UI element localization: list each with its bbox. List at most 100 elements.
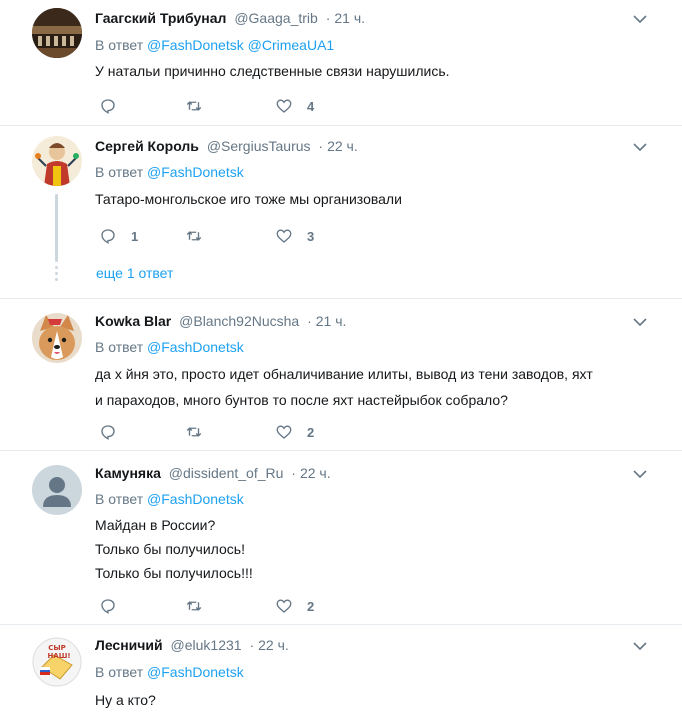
reply-button[interactable]: 1 — [99, 226, 138, 246]
avatar[interactable] — [32, 136, 82, 186]
timestamp[interactable]: 22 ч. — [258, 637, 289, 653]
display-name[interactable]: Камуняка — [95, 465, 161, 481]
reply-to-line: В ответ @FashDonetsk @CrimeaUA1 — [95, 35, 334, 55]
chevron-down-icon[interactable] — [632, 466, 648, 482]
tweet-4[interactable]: Камуняка @dissident_of_Ru · 22 ч. В ответ… — [0, 451, 682, 625]
tweet-actions: 4 — [95, 96, 395, 116]
retweet-icon — [186, 601, 202, 611]
like-button[interactable]: 2 — [275, 596, 314, 616]
like-count: 2 — [307, 424, 315, 440]
retweet-icon — [186, 101, 202, 111]
reply-to-prefix: В ответ — [95, 164, 144, 180]
tweet-text-line: Только бы получилось! — [95, 541, 245, 557]
reply-icon — [101, 99, 115, 114]
reply-icon — [101, 425, 115, 440]
reply-to-prefix: В ответ — [95, 339, 144, 355]
retweet-button[interactable] — [185, 422, 217, 442]
separator-dot: · — [318, 138, 324, 154]
timestamp[interactable]: 22 ч. — [300, 465, 331, 481]
chevron-down-icon[interactable] — [632, 11, 648, 27]
mention-link[interactable]: @FashDonetsk — [147, 339, 244, 355]
like-count: 2 — [307, 598, 315, 614]
avatar[interactable] — [32, 465, 82, 515]
avatar[interactable]: СЫР НАШ! — [32, 637, 82, 687]
retweet-button[interactable] — [185, 596, 217, 616]
like-button[interactable]: 2 — [275, 422, 314, 442]
retweet-icon — [186, 427, 202, 437]
reply-button[interactable] — [99, 422, 131, 442]
like-count: 3 — [307, 228, 315, 244]
tweet-text-line: да х йня это, просто идет обналичивание … — [95, 366, 593, 382]
tweet-actions: 2 — [95, 596, 395, 616]
like-icon — [276, 425, 292, 439]
tweet-text-line: Только бы получилось!!! — [95, 565, 253, 581]
timestamp[interactable]: 22 ч. — [327, 138, 358, 154]
like-button[interactable]: 4 — [275, 96, 314, 116]
avatar[interactable] — [32, 313, 82, 363]
chevron-down-icon[interactable] — [632, 638, 648, 654]
display-name[interactable]: Kowka Blar — [95, 313, 171, 329]
separator-dot: · — [291, 465, 296, 481]
mention-link[interactable]: @FashDonetsk — [147, 491, 244, 507]
thread-dot — [55, 278, 58, 281]
reply-to-prefix: В ответ — [95, 491, 144, 507]
mention-link[interactable]: @FashDonetsk — [147, 37, 244, 53]
timestamp[interactable]: 21 ч. — [316, 313, 347, 329]
reply-to-line: В ответ @FashDonetsk — [95, 662, 244, 682]
reply-to-line: В ответ @FashDonetsk — [95, 489, 244, 509]
tweet-actions: 2 — [95, 422, 395, 442]
tweet-text: Татаро-монгольское иго тоже мы организов… — [95, 186, 652, 212]
tweet-text: У натальи причинно следственные связи на… — [95, 58, 652, 84]
reply-count: 1 — [131, 228, 139, 244]
retweet-button[interactable] — [185, 96, 217, 116]
user-handle[interactable]: @dissident_of_Ru — [169, 465, 284, 481]
reply-button[interactable] — [99, 596, 131, 616]
reply-to-line: В ответ @FashDonetsk — [95, 337, 244, 357]
like-count: 4 — [307, 98, 315, 114]
mention-link[interactable]: @FashDonetsk — [147, 664, 244, 680]
reply-button[interactable] — [99, 96, 131, 116]
tweet-2[interactable]: Сергей Король @SergiusTaurus · 22 ч. В от… — [0, 126, 682, 299]
avatar-image-corgi — [32, 313, 82, 363]
tweet-1[interactable]: Гаагский Трибунал @Gaaga_trib · 21 ч. В о… — [0, 0, 682, 126]
mention-link[interactable]: @CrimeaUA1 — [248, 37, 335, 53]
display-name[interactable]: Сергей Король — [95, 138, 199, 154]
user-handle[interactable]: @SergiusTaurus — [207, 138, 311, 154]
tweet-text-line: Ну а кто? — [95, 692, 156, 708]
tweet-3[interactable]: Kowka Blar @Blanch92Nucsha · 21 ч. В отве… — [0, 299, 682, 451]
mention-link[interactable]: @FashDonetsk — [147, 164, 244, 180]
tweet-text: да х йня это, просто идет обналичивание … — [95, 361, 652, 413]
display-name[interactable]: Гаагский Трибунал — [95, 10, 226, 26]
reply-to-prefix: В ответ — [95, 664, 144, 680]
avatar-text-line: НАШ! — [47, 652, 70, 660]
show-more-replies-link[interactable]: еще 1 ответ — [96, 263, 173, 283]
tweet-text-line: Татаро-монгольское иго тоже мы организов… — [95, 191, 402, 207]
timestamp[interactable]: 21 ч. — [334, 10, 365, 26]
reply-to-prefix: В ответ — [95, 37, 144, 53]
avatar[interactable] — [32, 8, 82, 58]
like-icon — [276, 229, 292, 243]
avatar-image-illustration — [32, 136, 82, 186]
user-handle[interactable]: @Blanch92Nucsha — [179, 313, 299, 329]
thread-dot — [55, 266, 58, 269]
thread-connector — [55, 194, 58, 262]
user-handle[interactable]: @Gaaga_trib — [234, 10, 317, 26]
chevron-down-icon[interactable] — [632, 314, 648, 330]
separator-dot: · — [325, 10, 331, 26]
like-button[interactable]: 3 — [275, 226, 314, 246]
chevron-down-icon[interactable] — [632, 139, 648, 155]
reply-to-line: В ответ @FashDonetsk — [95, 162, 244, 182]
avatar-image-cheese-sticker: СЫР НАШ! — [32, 637, 82, 687]
retweet-icon — [186, 231, 202, 241]
thread-dot — [55, 272, 58, 275]
separator-dot: · — [307, 313, 312, 329]
tweet-text: Майдан в России? Только бы получилось! Т… — [95, 513, 652, 585]
tweet-5[interactable]: СЫР НАШ! Лесничий @eluk1231 · 22 ч. В отв… — [0, 625, 682, 718]
avatar-image-courtroom — [32, 8, 82, 58]
display-name[interactable]: Лесничий — [95, 637, 163, 653]
user-handle[interactable]: @eluk1231 — [171, 637, 242, 653]
like-icon — [276, 99, 292, 113]
avatar-text-line: СЫР — [48, 644, 66, 652]
retweet-button[interactable] — [185, 226, 217, 246]
like-icon — [276, 599, 292, 613]
